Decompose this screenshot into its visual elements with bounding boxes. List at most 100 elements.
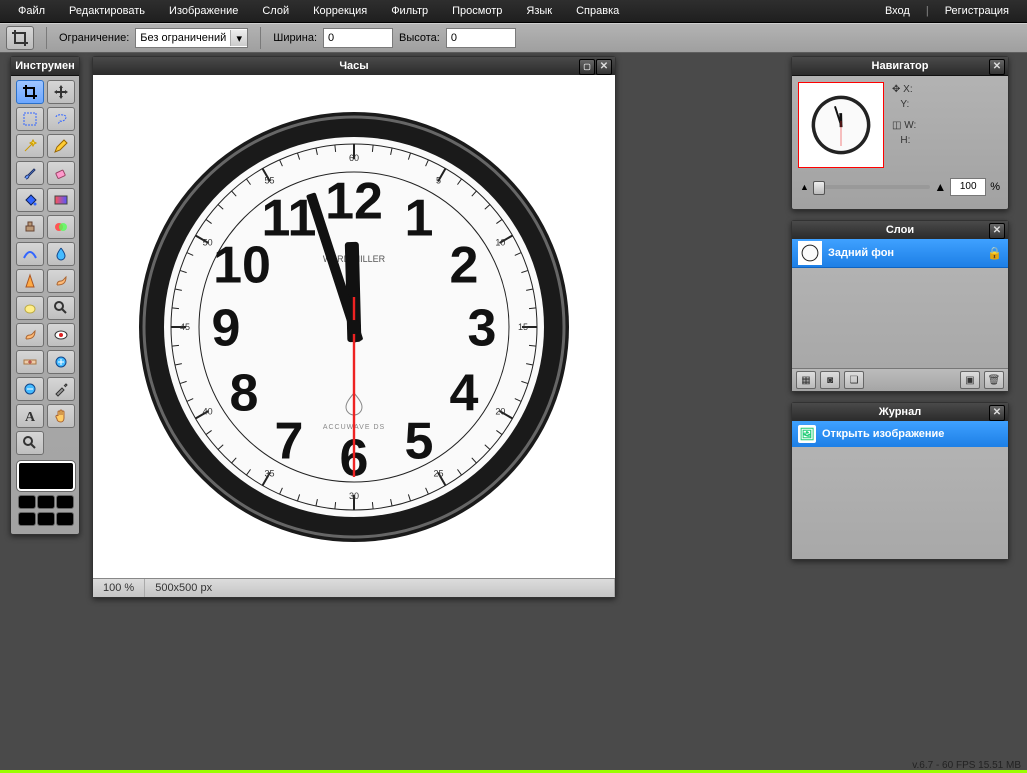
gradient-tool[interactable] — [47, 188, 75, 212]
sponge-tool[interactable] — [16, 296, 44, 320]
minimize-icon[interactable]: ▢ — [579, 59, 595, 75]
svg-text:2: 2 — [450, 237, 479, 295]
eraser-tool[interactable] — [47, 161, 75, 185]
wand-tool[interactable] — [16, 134, 44, 158]
svg-text:8: 8 — [230, 365, 259, 423]
dodge-tool[interactable] — [47, 296, 75, 320]
swatch[interactable] — [18, 495, 36, 509]
brush-tool[interactable] — [16, 161, 44, 185]
width-value: 0 — [328, 32, 334, 44]
spot-heal-tool[interactable] — [16, 350, 44, 374]
clone-tool[interactable] — [16, 215, 44, 239]
zoom-in-icon[interactable]: ▲ — [934, 180, 946, 194]
color-replace-tool[interactable] — [47, 215, 75, 239]
constraint-label: Ограничение: — [59, 32, 129, 44]
percent-label: % — [990, 181, 1000, 193]
svg-text:1: 1 — [405, 190, 434, 248]
crop-tool[interactable] — [16, 80, 44, 104]
swatch[interactable] — [37, 495, 55, 509]
width-input[interactable]: 0 — [323, 28, 393, 48]
layer-mask-button[interactable]: ◙ — [820, 371, 840, 389]
tools-title[interactable]: Инструмен — [11, 57, 79, 76]
login-link[interactable]: Вход — [873, 0, 922, 22]
type-tool[interactable]: A — [16, 404, 44, 428]
register-link[interactable]: Регистрация — [933, 0, 1021, 22]
pencil-tool[interactable] — [47, 134, 75, 158]
new-layer-button[interactable]: ▦ — [796, 371, 816, 389]
layers-footer: ▦ ◙ ❏ ▣ 🗑 — [792, 368, 1008, 391]
menu-view[interactable]: Просмотр — [440, 0, 514, 22]
menu-separator: | — [922, 5, 933, 17]
svg-text:40: 40 — [203, 407, 213, 417]
zoom-slider[interactable] — [813, 185, 930, 189]
burn-tool[interactable] — [16, 323, 44, 347]
draw-tool[interactable] — [16, 242, 44, 266]
document-title-bar[interactable]: Часы ▢ ✕ — [93, 57, 615, 76]
zoom-input[interactable]: 100 — [950, 178, 986, 196]
options-bar: Ограничение: Без ограничений ▾ Ширина: 0… — [0, 23, 1027, 53]
marquee-tool[interactable] — [16, 107, 44, 131]
navigator-thumbnail[interactable] — [798, 82, 884, 168]
menu-language[interactable]: Язык — [514, 0, 564, 22]
redeye-tool[interactable] — [47, 323, 75, 347]
layers-title-text: Слои — [886, 224, 914, 236]
swatch[interactable] — [37, 512, 55, 526]
close-icon[interactable]: ✕ — [989, 405, 1005, 421]
layer-up-button[interactable]: ▣ — [960, 371, 980, 389]
svg-text:30: 30 — [349, 491, 359, 501]
divider — [260, 27, 261, 49]
svg-text:45: 45 — [180, 322, 190, 332]
swatch[interactable] — [56, 512, 74, 526]
menu-edit[interactable]: Редактировать — [57, 0, 157, 22]
svg-text:9: 9 — [212, 300, 241, 358]
menu-image[interactable]: Изображение — [157, 0, 250, 22]
blur-tool[interactable] — [47, 242, 75, 266]
close-icon[interactable]: ✕ — [596, 59, 612, 75]
swatch[interactable] — [56, 495, 74, 509]
svg-text:50: 50 — [203, 238, 213, 248]
lock-icon[interactable]: 🔒 — [987, 246, 1002, 260]
move-tool[interactable] — [47, 80, 75, 104]
zoom-out-icon[interactable]: ▲ — [800, 182, 809, 192]
svg-text:60: 60 — [349, 153, 359, 163]
pinch-tool[interactable] — [16, 377, 44, 401]
canvas[interactable]: 60510152025303540455055 12 1 2 3 4 5 6 7… — [93, 75, 615, 579]
menu-adjustment[interactable]: Коррекция — [301, 0, 379, 22]
sharpen-tool[interactable] — [16, 269, 44, 293]
layer-row[interactable]: Задний фон 🔒 — [792, 239, 1008, 268]
zoom-readout[interactable]: 100 % — [93, 579, 145, 597]
smudge-tool[interactable] — [47, 269, 75, 293]
height-input[interactable]: 0 — [446, 28, 516, 48]
height-value: 0 — [451, 32, 457, 44]
navigator-title[interactable]: Навигатор ✕ — [792, 57, 1008, 76]
history-item[interactable]: 🖼 Открыть изображение — [792, 421, 1008, 447]
document-title: Часы — [339, 60, 368, 72]
close-icon[interactable]: ✕ — [989, 59, 1005, 75]
svg-text:20: 20 — [495, 407, 505, 417]
svg-text:3: 3 — [468, 300, 497, 358]
layer-dup-button[interactable]: ❏ — [844, 371, 864, 389]
constraint-select[interactable]: Без ограничений ▾ — [135, 28, 248, 48]
tools-panel: Инструмен — [10, 56, 80, 535]
bucket-tool[interactable] — [16, 188, 44, 212]
history-item-label: Открыть изображение — [822, 428, 944, 440]
height-label: Высота: — [399, 32, 440, 44]
history-title[interactable]: Журнал ✕ — [792, 403, 1008, 422]
eyedropper-tool[interactable] — [47, 377, 75, 401]
menu-layer[interactable]: Слой — [250, 0, 301, 22]
hand-tool[interactable] — [47, 404, 75, 428]
foreground-color[interactable] — [17, 461, 75, 491]
menu-filter[interactable]: Фильтр — [379, 0, 440, 22]
lasso-tool[interactable] — [47, 107, 75, 131]
close-icon[interactable]: ✕ — [989, 223, 1005, 239]
svg-text:25: 25 — [433, 468, 443, 478]
delete-layer-button[interactable]: 🗑 — [984, 371, 1004, 389]
bloat-tool[interactable] — [47, 350, 75, 374]
menu-file[interactable]: Файл — [6, 0, 57, 22]
crop-icon — [11, 29, 29, 47]
zoom-tool[interactable] — [16, 431, 44, 455]
swatch[interactable] — [18, 512, 36, 526]
layers-title[interactable]: Слои ✕ — [792, 221, 1008, 240]
menu-help[interactable]: Справка — [564, 0, 631, 22]
color-swatches[interactable] — [17, 461, 73, 526]
